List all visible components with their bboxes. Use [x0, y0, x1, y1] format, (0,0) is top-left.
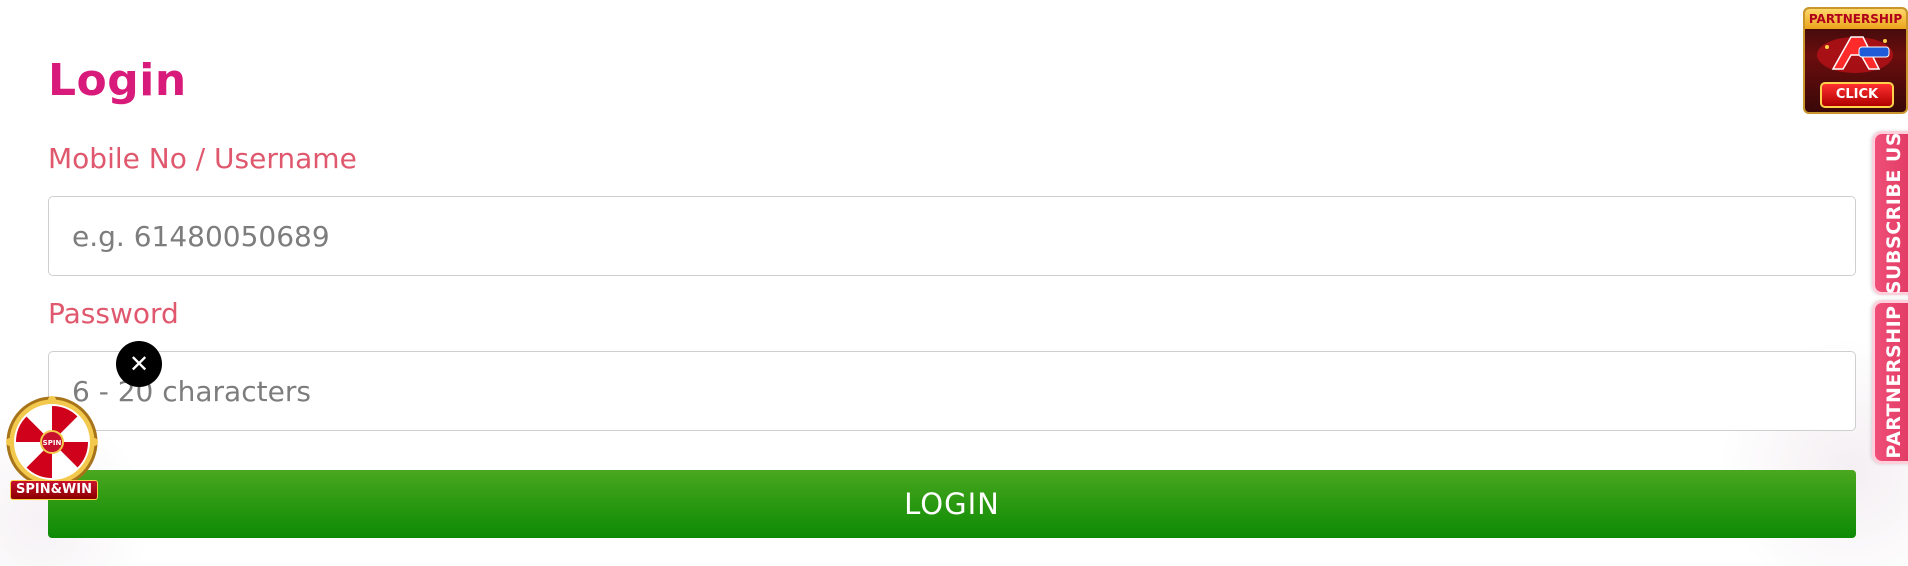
partnership-click-button: CLICK: [1820, 82, 1894, 108]
login-button[interactable]: LOGIN: [48, 470, 1856, 538]
page-title: Login: [48, 55, 187, 106]
partnership-tab[interactable]: PARTNERSHIP: [1872, 300, 1908, 464]
spin-wheel-icon: SPIN: [6, 396, 98, 488]
close-icon[interactable]: ✕: [116, 341, 162, 387]
password-input[interactable]: [48, 351, 1856, 431]
password-label: Password: [48, 297, 179, 330]
subscribe-tab[interactable]: SUBSCRIBE US: [1872, 131, 1908, 295]
username-label: Mobile No / Username: [48, 142, 357, 175]
spin-and-win-label: SPIN&WIN: [10, 480, 98, 500]
partnership-tab-label: PARTNERSHIP: [1882, 305, 1905, 459]
spin-center-text: SPIN: [43, 439, 62, 447]
username-input[interactable]: [48, 196, 1856, 276]
partnership-banner[interactable]: PARTNERSHIP CLICK: [1803, 7, 1908, 114]
partner-logo-icon: [1817, 36, 1893, 73]
login-page: Login Mobile No / Username Password LOGI…: [0, 0, 1908, 566]
subscribe-tab-label: SUBSCRIBE US: [1882, 131, 1905, 295]
spin-and-win-widget[interactable]: SPIN SPIN&WIN: [2, 394, 104, 502]
partnership-banner-title: PARTNERSHIP: [1805, 9, 1906, 29]
